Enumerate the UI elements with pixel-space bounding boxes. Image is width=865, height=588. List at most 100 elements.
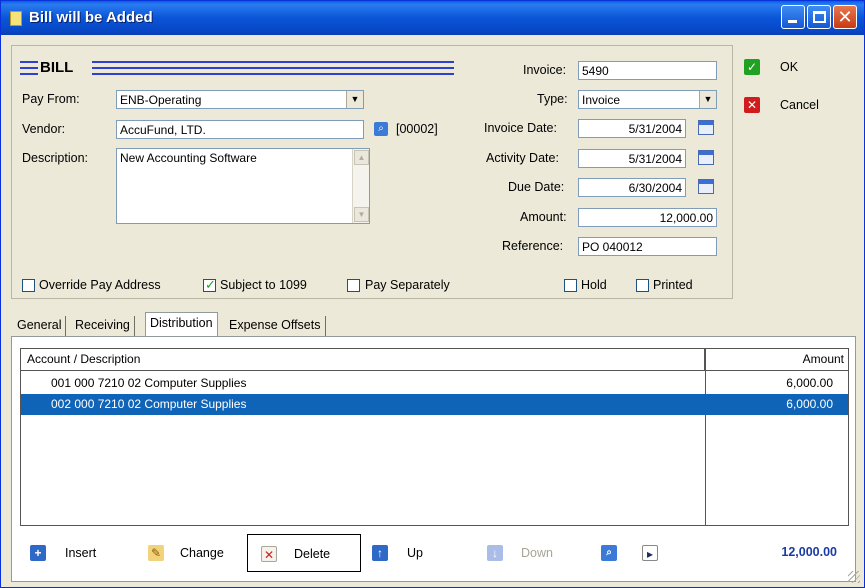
vendor-value: AccuFund, LTD. (120, 123, 206, 137)
description-scrollbar[interactable]: ▲ ▼ (352, 149, 369, 223)
due-date-label: Due Date: (508, 180, 565, 194)
resize-grip[interactable] (848, 571, 860, 583)
calendar-icon[interactable] (698, 179, 714, 194)
invoice-date-field[interactable]: 5/31/2004 (578, 119, 686, 138)
tab-general[interactable]: General (13, 316, 67, 337)
pay-from-combo[interactable]: ENB-Operating ▼ (116, 90, 364, 109)
amount-field[interactable]: 12,000.00 (578, 208, 717, 227)
pay-from-label: Pay From: (22, 92, 80, 106)
column-divider (704, 349, 706, 371)
activity-date-value: 5/31/2004 (628, 152, 682, 166)
close-button[interactable]: ✕ (833, 5, 857, 29)
invoice-date-label: Invoice Date: (484, 121, 557, 135)
invoice-value: 5490 (582, 64, 609, 78)
amount-label: Amount: (520, 210, 567, 224)
change-button[interactable]: ✎ Change (140, 534, 240, 572)
distribution-grid[interactable]: Account / Description Amount 001 000 721… (20, 348, 849, 526)
tab-distribution[interactable]: Distribution (145, 312, 218, 337)
change-label: Change (180, 546, 224, 560)
search-icon: ⌕ (601, 545, 617, 561)
invoice-field[interactable]: 5490 (578, 61, 717, 80)
maximize-icon (813, 11, 826, 23)
pay-separately-label[interactable]: Pay Separately (365, 278, 450, 292)
table-row[interactable]: 002 000 7210 02 Computer Supplies 6,000.… (21, 394, 848, 415)
delete-button[interactable]: ✕ Delete (247, 534, 361, 572)
chevron-down-icon[interactable]: ▼ (346, 91, 363, 108)
override-pay-address-checkbox[interactable] (22, 279, 35, 292)
printed-checkbox[interactable] (636, 279, 649, 292)
search-button[interactable]: ⌕ (599, 534, 619, 572)
reference-value: PO 040012 (582, 240, 643, 254)
chevron-down-icon[interactable]: ▼ (699, 91, 716, 108)
window-title: Bill will be Added (29, 9, 153, 26)
bill-form: BILL Pay From: ENB-Operating ▼ Vendor: A… (11, 45, 733, 299)
delete-label: Delete (294, 547, 331, 561)
up-label: Up (407, 546, 423, 560)
due-date-field[interactable]: 6/30/2004 (578, 178, 686, 197)
pay-from-value: ENB-Operating (120, 93, 202, 107)
export-icon: ▸ (642, 545, 658, 561)
vendor-code: [00002] (396, 122, 438, 136)
grid-header: Account / Description Amount (21, 349, 848, 371)
tab-receiving[interactable]: Receiving (71, 316, 135, 337)
due-date-value: 6/30/2004 (628, 181, 682, 195)
delete-icon: ✕ (261, 546, 277, 562)
hold-label[interactable]: Hold (581, 278, 607, 292)
down-button[interactable]: ↓ Down (485, 534, 565, 572)
vendor-field[interactable]: AccuFund, LTD. (116, 120, 364, 139)
minimize-button[interactable] (781, 5, 805, 29)
activity-date-field[interactable]: 5/31/2004 (578, 149, 686, 168)
calendar-icon[interactable] (698, 150, 714, 165)
subject-to-1099-checkbox[interactable] (203, 277, 216, 293)
row-amount: 6,000.00 (786, 397, 833, 411)
title-bar[interactable]: Bill will be Added ✕ (1, 1, 864, 35)
search-icon[interactable]: ⌕ (374, 122, 388, 136)
reference-label: Reference: (502, 239, 564, 253)
description-value: New Accounting Software (120, 151, 257, 165)
x-icon: ✕ (744, 97, 760, 113)
calendar-icon[interactable] (698, 120, 714, 135)
subject-to-1099-label[interactable]: Subject to 1099 (220, 278, 307, 292)
heading-line (20, 67, 38, 69)
description-label: Description: (22, 151, 88, 165)
down-label: Down (521, 546, 553, 560)
hold-checkbox[interactable] (564, 279, 577, 292)
cancel-button[interactable]: ✕ Cancel (744, 96, 834, 116)
column-header-account[interactable]: Account / Description (27, 352, 140, 366)
minimize-icon (788, 20, 797, 23)
row-account: 002 000 7210 02 Computer Supplies (51, 397, 247, 411)
bill-heading: BILL (40, 59, 74, 76)
heading-line (92, 61, 454, 63)
maximize-button[interactable] (807, 5, 831, 29)
up-button[interactable]: ↑ Up (370, 534, 430, 572)
check-icon: ✓ (744, 59, 760, 75)
heading-line (20, 61, 38, 63)
invoice-label: Invoice: (523, 63, 567, 77)
activity-date-label: Activity Date: (486, 151, 559, 165)
insert-button[interactable]: + Insert (22, 534, 112, 572)
vendor-label: Vendor: (22, 122, 66, 136)
ok-button[interactable]: ✓ OK (744, 59, 824, 79)
override-pay-address-label[interactable]: Override Pay Address (39, 278, 161, 292)
invoice-date-value: 5/31/2004 (628, 122, 682, 136)
cancel-label: Cancel (780, 98, 819, 112)
heading-line (92, 67, 454, 69)
type-combo[interactable]: Invoice ▼ (578, 90, 717, 109)
tab-expense-offsets[interactable]: Expense Offsets (225, 316, 326, 337)
export-button[interactable]: ▸ (640, 534, 660, 572)
down-arrow-icon: ↓ (487, 545, 503, 561)
table-row[interactable]: 001 000 7210 02 Computer Supplies 6,000.… (21, 373, 848, 394)
pay-separately-checkbox[interactable] (347, 279, 360, 292)
description-textarea[interactable]: New Accounting Software ▲ ▼ (116, 148, 370, 224)
column-header-amount[interactable]: Amount (803, 352, 844, 366)
heading-line (92, 73, 454, 75)
insert-label: Insert (65, 546, 97, 560)
reference-field[interactable]: PO 040012 (578, 237, 717, 256)
scroll-up-icon[interactable]: ▲ (354, 150, 369, 165)
amount-value: 12,000.00 (659, 211, 713, 225)
scroll-down-icon[interactable]: ▼ (354, 207, 369, 222)
bill-dialog: Bill will be Added ✕ BILL Pay From: ENB-… (0, 0, 865, 588)
total-amount: 12,000.00 (781, 545, 837, 559)
printed-label[interactable]: Printed (653, 278, 693, 292)
heading-line (20, 73, 38, 75)
